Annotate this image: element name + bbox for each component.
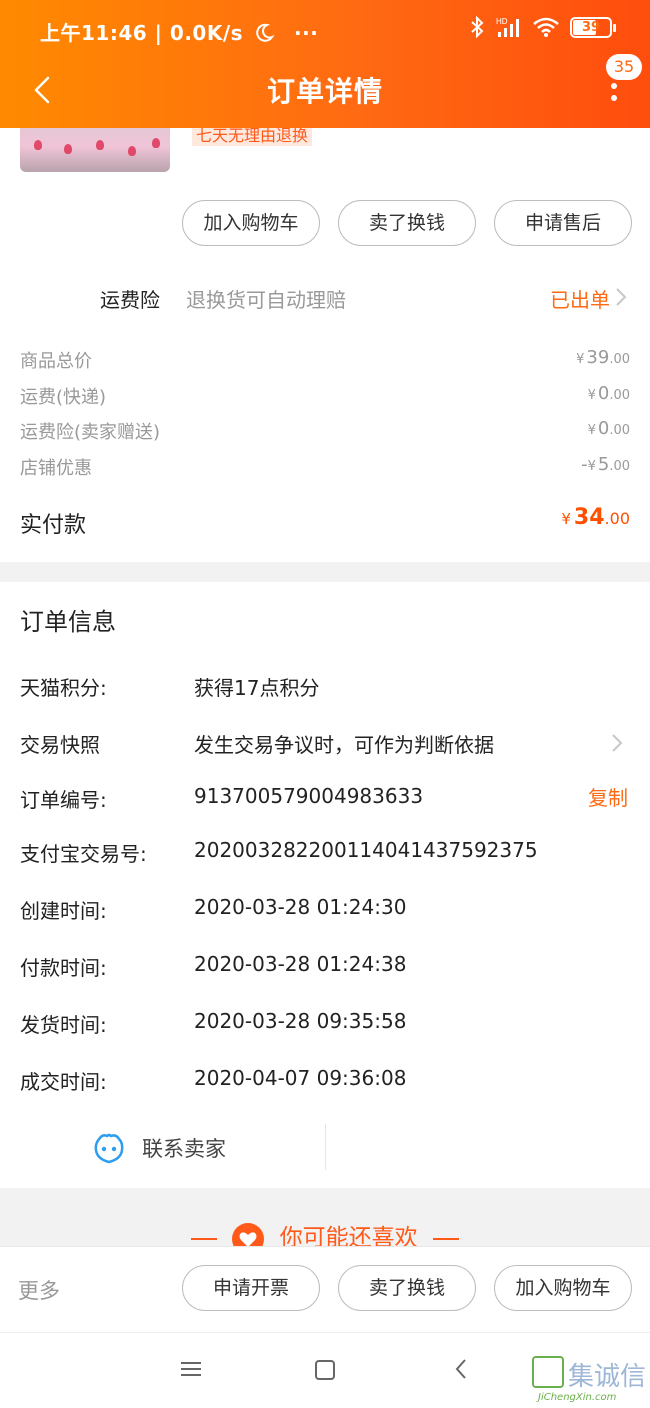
- status-time: 上午11:46: [40, 21, 148, 45]
- moon-icon: [255, 23, 275, 42]
- more-button[interactable]: 更多: [18, 1275, 60, 1305]
- bluetooth-icon: [471, 16, 484, 38]
- info-label-paid: 付款时间:: [20, 956, 107, 980]
- info-label-alipay-number: 支付宝交易号:: [20, 842, 147, 866]
- watermark-logo: 集诚信 JiChengXin.com: [532, 1356, 647, 1404]
- fee-dec: .00: [609, 423, 630, 438]
- chat-face-icon: [94, 1133, 124, 1164]
- fee-dec: .00: [609, 352, 630, 367]
- currency-symbol: ¥: [576, 352, 585, 367]
- info-value-created: 2020-03-28 01:24:30: [194, 895, 407, 919]
- insurance-status: 已出单: [550, 288, 610, 312]
- info-value-shipped: 2020-03-28 09:35:58: [194, 1009, 407, 1033]
- info-label-completed: 成交时间:: [20, 1070, 107, 1094]
- fee-dec: .00: [609, 459, 630, 474]
- fee-int: 0: [597, 383, 610, 404]
- status-separator: |: [154, 21, 170, 45]
- more-vertical-icon[interactable]: [604, 74, 624, 110]
- info-value-alipay-number: 2020032822001140414375923­75: [194, 838, 538, 862]
- battery-icon: 39: [570, 16, 616, 38]
- contact-divider: [325, 1124, 326, 1170]
- back-triangle-icon[interactable]: [452, 1357, 470, 1381]
- sell-for-cash-button[interactable]: 卖了换钱: [338, 200, 476, 246]
- page-title: 订单详情: [266, 75, 383, 108]
- order-info-title: 订单信息: [20, 608, 116, 636]
- info-value-order-number: 913700579004983633: [194, 784, 424, 808]
- status-dots: ···: [294, 21, 319, 45]
- fee-value-shop-discount: -¥ 5.00: [581, 454, 630, 475]
- currency-symbol: ¥: [561, 510, 571, 528]
- contact-seller-button[interactable]: 联系卖家: [92, 1128, 226, 1168]
- watermark-box-icon: [532, 1356, 564, 1388]
- info-label-order-number: 订单编号:: [20, 788, 107, 812]
- fee-int: 39: [586, 347, 610, 368]
- info-label-shipped: 发货时间:: [20, 1013, 107, 1037]
- fee-label-shop-discount: 店铺优惠: [20, 458, 92, 479]
- chevron-right-icon: [616, 288, 627, 306]
- currency-symbol: ¥: [587, 388, 596, 403]
- recommend-header: 你可能还喜欢: [0, 1218, 650, 1248]
- network-type-text: HD: [496, 17, 508, 26]
- status-right: HD 39: [470, 16, 616, 38]
- chevron-right-icon[interactable]: [610, 732, 624, 754]
- recommend-title: 你可能还喜欢: [279, 1225, 418, 1248]
- menu-icon[interactable]: [180, 1359, 202, 1379]
- paid-dec: .00: [604, 509, 630, 528]
- home-square-icon[interactable]: [314, 1359, 336, 1381]
- info-value-points: 获得17点积分: [194, 676, 320, 700]
- fee-dec: .00: [609, 388, 630, 403]
- fee-int: 0: [597, 418, 610, 439]
- status-left: 上午11:46 | 0.0K/s ···: [40, 17, 318, 46]
- after-sales-button[interactable]: 申请售后: [494, 200, 632, 246]
- wifi-icon: [533, 17, 559, 37]
- watermark-subtext: JiChengXin.com: [538, 1392, 617, 1403]
- sell-for-cash-button-bottom[interactable]: 卖了换钱: [338, 1265, 476, 1311]
- fee-label-insurance: 运费险(卖家赠送): [20, 422, 161, 443]
- bottom-action-bar: 更多 申请开票 卖了换钱 加入购物车: [0, 1246, 650, 1332]
- info-value-paid: 2020-03-28 01:24:38: [194, 952, 407, 976]
- network-speed: 0.0K/s: [169, 21, 244, 45]
- fee-value-shipping: ¥0.00: [588, 383, 630, 404]
- info-label-snapshot[interactable]: 交易快照: [20, 729, 100, 758]
- info-label-created: 创建时间:: [20, 899, 107, 923]
- add-to-cart-button-bottom[interactable]: 加入购物车: [494, 1265, 632, 1311]
- battery-level: 39: [581, 19, 601, 35]
- status-bar: 上午11:46 | 0.0K/s ··· HD 39: [0, 0, 650, 60]
- fee-int: 5: [597, 454, 610, 475]
- left-decor-line: [191, 1237, 218, 1240]
- paid-int: 34: [573, 505, 605, 530]
- request-invoice-button[interactable]: 申请开票: [182, 1265, 320, 1311]
- insurance-title: 运费险: [100, 288, 160, 312]
- fee-label-shipping: 运费(快递): [20, 387, 107, 408]
- add-to-cart-button[interactable]: 加入购物车: [182, 200, 320, 246]
- currency-symbol: ¥: [587, 459, 596, 474]
- nav-bar: 订单详情 35: [0, 54, 650, 120]
- heart-icon: [232, 1222, 265, 1248]
- info-value-completed: 2020-04-07 09:36:08: [194, 1066, 407, 1090]
- shipping-insurance-row[interactable]: 运费险 退换货可自动理赔 已出单: [0, 278, 650, 318]
- insurance-desc: 退换货可自动理赔: [186, 288, 346, 312]
- section-gap: [0, 562, 650, 582]
- info-value-snapshot[interactable]: 发生交易争议时，可作为判断依据: [194, 729, 494, 758]
- info-label-points: 天猫积分:: [20, 676, 107, 700]
- fee-value-insurance: ¥0.00: [588, 418, 630, 439]
- paid-label: 实付款: [20, 513, 87, 538]
- recommend-section: 你可能还喜欢: [0, 1188, 650, 1248]
- contact-seller-label: 联系卖家: [142, 1137, 226, 1161]
- signal-icon: HD: [496, 17, 519, 37]
- watermark-text: 集诚信: [568, 1362, 647, 1392]
- copy-order-number-button[interactable]: 复制: [588, 782, 628, 811]
- right-decor-line: [432, 1237, 459, 1240]
- paid-amount: ¥34.00: [561, 505, 630, 530]
- fee-label-goods-total: 商品总价: [20, 351, 92, 372]
- currency-symbol: ¥: [587, 423, 596, 438]
- app-header: 上午11:46 | 0.0K/s ··· HD 39 订单详情 35: [0, 0, 650, 128]
- fee-value-goods-total: ¥39.00: [576, 347, 630, 368]
